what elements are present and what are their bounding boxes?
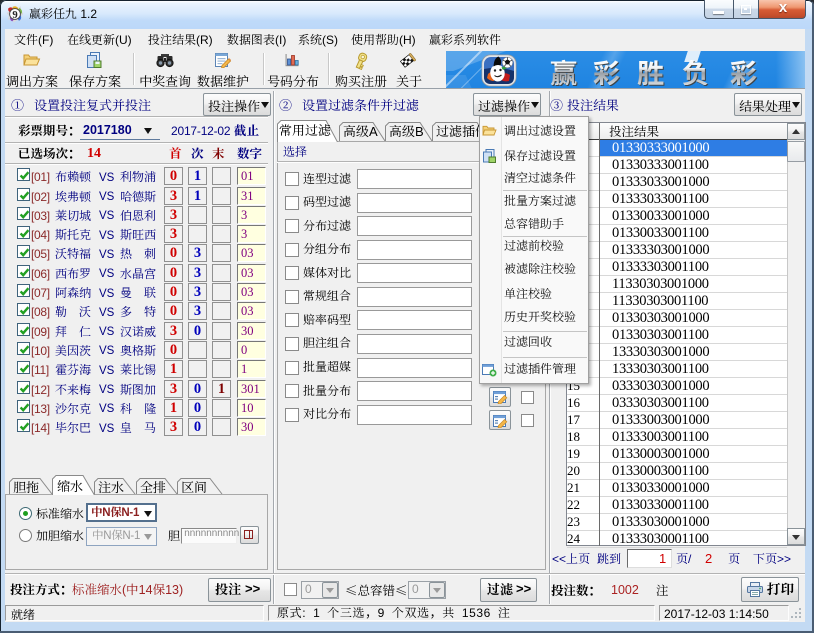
- svg-text:9: 9: [12, 9, 17, 21]
